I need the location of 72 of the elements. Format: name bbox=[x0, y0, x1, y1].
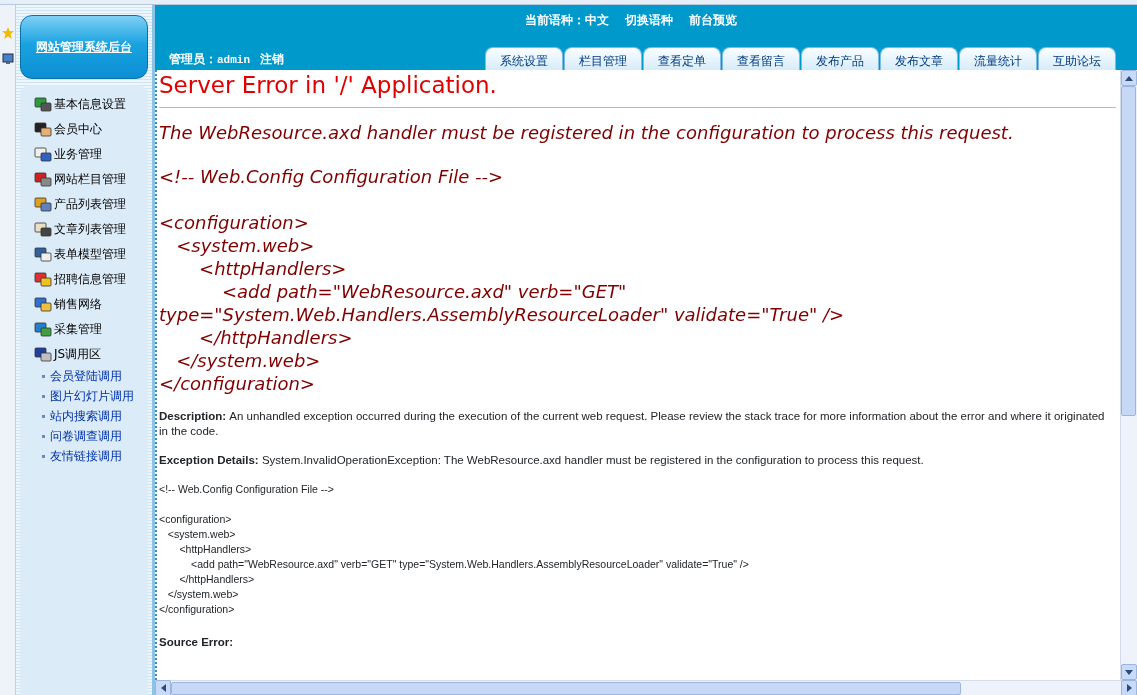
menu-icon bbox=[34, 195, 52, 212]
menu-icon bbox=[34, 245, 52, 262]
config-code-line: <configuration> bbox=[159, 211, 310, 235]
menu-item[interactable]: 采集管理 bbox=[34, 316, 148, 341]
scroll-up-button[interactable] bbox=[1121, 70, 1137, 86]
nav-tab[interactable]: 流量统计 bbox=[959, 47, 1037, 70]
submenu-link[interactable]: 站内搜索调用 bbox=[34, 406, 148, 426]
star-icon[interactable] bbox=[1, 27, 14, 39]
config-code-line: <system.web> bbox=[175, 234, 316, 258]
menu-icon bbox=[34, 270, 52, 287]
config-code-line-small: </system.web> bbox=[166, 587, 240, 603]
error-message: The WebResource.axd handler must be registered in the configuration to process this request. bbox=[159, 121, 1015, 144]
menu-item[interactable]: 文章列表管理 bbox=[34, 216, 148, 241]
admin-label: 管理员：admin bbox=[169, 50, 250, 68]
nav-tab[interactable]: 栏目管理 bbox=[564, 47, 642, 70]
config-code-line-small: <add path="WebResource.axd" verb="GET" type="System.Web.Handlers.AssemblyResourceLoader" validate="True" /> bbox=[190, 557, 750, 573]
nav-tab[interactable]: 互助论坛 bbox=[1038, 47, 1116, 70]
menu-icon bbox=[34, 295, 52, 312]
menu-item[interactable]: 产品列表管理 bbox=[34, 191, 148, 216]
menu-icon bbox=[34, 220, 52, 237]
left-arrow-icon bbox=[160, 684, 166, 692]
language-label: 当前语种：中文 bbox=[525, 12, 609, 29]
menu-icon bbox=[34, 145, 52, 162]
nav-tab[interactable]: 发布产品 bbox=[801, 47, 879, 70]
menu-item[interactable]: 网站栏目管理 bbox=[34, 166, 148, 191]
config-code-line: </httpHandlers> bbox=[198, 326, 354, 350]
scroll-thumb[interactable] bbox=[1121, 86, 1136, 416]
menu-item[interactable]: 表单模型管理 bbox=[34, 241, 148, 266]
monitor-icon[interactable] bbox=[1, 53, 14, 65]
scroll-thumb[interactable] bbox=[171, 681, 961, 695]
vertical-scrollbar[interactable] bbox=[1120, 70, 1137, 680]
submenu-link[interactable]: 图片幻灯片调用 bbox=[34, 386, 148, 406]
config-code-line: <add path="WebResource.axd" verb="GET" type="System.Web.Handlers.AssemblyResourceLoader" validate="True" /> bbox=[159, 280, 846, 327]
nav-tab[interactable]: 系统设置 bbox=[485, 47, 563, 70]
config-code-line-small: <configuration> bbox=[159, 512, 233, 528]
config-code-line: </system.web> bbox=[175, 349, 322, 373]
exception-details: Exception Details: System.InvalidOperationException: The WebResource.axd handler must be registered in the configuration to process this request. bbox=[159, 453, 925, 469]
menu-icon bbox=[34, 320, 52, 337]
error-title: Server Error in '/' Application. bbox=[159, 71, 498, 100]
menu-item[interactable]: 会员中心 bbox=[34, 116, 148, 141]
scroll-down-button[interactable] bbox=[1121, 664, 1137, 680]
menu-item[interactable]: 销售网络 bbox=[34, 291, 148, 316]
nav-tab[interactable]: 发布文章 bbox=[880, 47, 958, 70]
config-code-line: </configuration> bbox=[159, 372, 316, 396]
config-code-line-small: <httpHandlers> bbox=[178, 542, 253, 558]
config-comment-small: <!-- Web.Config Configuration File --> bbox=[159, 482, 335, 498]
config-code-line-small: <system.web> bbox=[166, 527, 237, 543]
menu-item[interactable]: 业务管理 bbox=[34, 141, 148, 166]
submenu-link[interactable]: 友情链接调用 bbox=[34, 446, 148, 466]
menu-item[interactable]: JS调用区 bbox=[34, 341, 148, 366]
source-error-label: Source Error: bbox=[159, 635, 235, 651]
horizontal-scrollbar[interactable] bbox=[155, 680, 1137, 695]
config-code-line-small: </httpHandlers> bbox=[178, 572, 256, 588]
nav-tab[interactable]: 查看留言 bbox=[722, 47, 800, 70]
submenu-link[interactable]: 会员登陆调用 bbox=[34, 366, 148, 386]
scroll-right-button[interactable] bbox=[1121, 680, 1137, 695]
nav-tab[interactable]: 查看定单 bbox=[643, 47, 721, 70]
menu-icon bbox=[34, 170, 52, 187]
submenu-link[interactable]: 问卷调查调用 bbox=[34, 426, 148, 446]
config-code-line-small: </configuration> bbox=[159, 602, 236, 618]
config-code-line: <httpHandlers> bbox=[198, 257, 348, 281]
menu-item[interactable]: 招聘信息管理 bbox=[34, 266, 148, 291]
right-arrow-icon bbox=[1126, 684, 1132, 692]
config-comment: <!-- Web.Config Configuration File --> bbox=[159, 165, 505, 189]
menu-item[interactable]: 基本信息设置 bbox=[34, 91, 148, 116]
description-text: Description: An unhandled exception occurred during the execution of the current web request. Please review the stack trace for more information about the error and where it originated in the code. bbox=[159, 409, 1106, 440]
up-arrow-icon bbox=[1125, 75, 1133, 81]
down-arrow-icon bbox=[1125, 669, 1133, 675]
scroll-left-button[interactable] bbox=[155, 680, 171, 695]
menu-icon bbox=[34, 120, 52, 137]
menu-icon bbox=[34, 345, 52, 362]
menu-icon bbox=[34, 95, 52, 112]
